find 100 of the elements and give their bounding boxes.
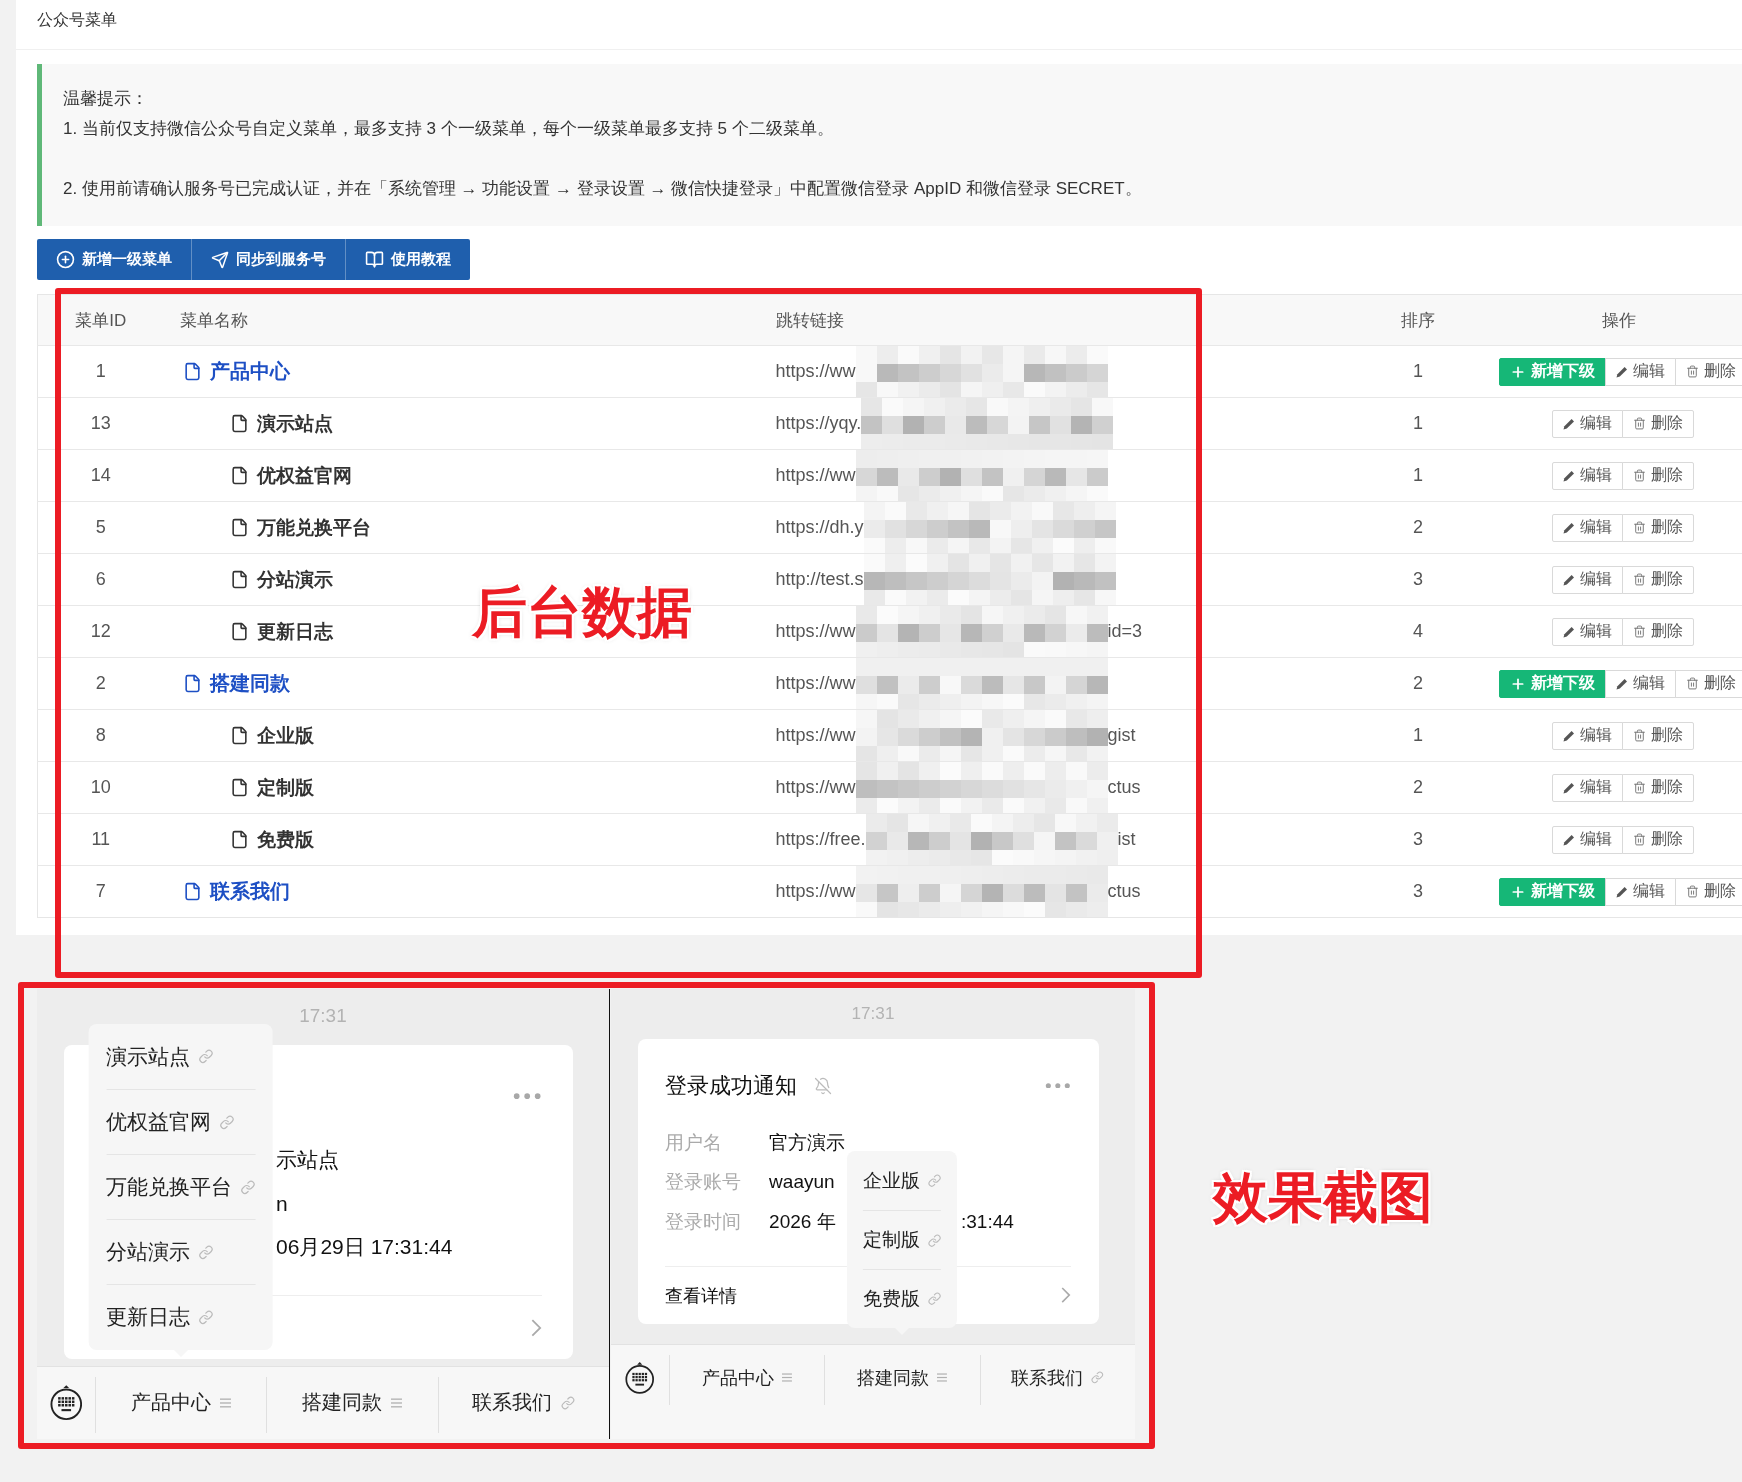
edit-button[interactable]: 编辑: [1552, 773, 1623, 802]
menu-name: 更新日志: [256, 619, 333, 644]
keyboard-icon[interactable]: [49, 1384, 83, 1422]
table-cell: 12: [37, 605, 164, 658]
table-cell: 3: [1340, 813, 1496, 866]
edit-button[interactable]: 编辑: [1552, 617, 1623, 646]
submenu-item[interactable]: 企业版: [863, 1151, 941, 1211]
menu-bar-item[interactable]: 产品中心: [130, 1389, 231, 1417]
table-cell: 5: [37, 501, 164, 554]
trash-icon: [1686, 677, 1699, 690]
delete-button[interactable]: 删除: [1622, 721, 1694, 750]
table-cell: 11: [37, 813, 164, 866]
menu-bar-item[interactable]: 联系我们: [471, 1389, 575, 1417]
file-icon: [229, 778, 249, 797]
pencil-icon: [1563, 833, 1575, 846]
link-text: ist: [1117, 829, 1136, 850]
column-header: 跳转链接: [760, 294, 1341, 346]
bell-off-icon: [813, 1076, 832, 1095]
delete-button[interactable]: 删除: [1622, 773, 1694, 802]
submenu-item[interactable]: 演示站点: [106, 1024, 256, 1090]
field-value: 06月29日 17:31:44: [276, 1234, 453, 1261]
trash-icon: [1686, 885, 1699, 898]
tutorial-button[interactable]: 使用教程: [345, 239, 470, 280]
link-text: https://ww: [775, 621, 856, 642]
edit-button[interactable]: 编辑: [1552, 721, 1623, 750]
link-text: https://ww: [775, 777, 856, 798]
annotation-label: 后台数据: [472, 582, 692, 643]
file-icon: [229, 466, 249, 485]
field-value: n: [276, 1190, 288, 1217]
pencil-icon: [1563, 521, 1575, 534]
menu-name: 联系我们: [209, 879, 290, 904]
column-header: 菜单ID: [37, 294, 164, 346]
edit-button[interactable]: 编辑: [1552, 565, 1623, 594]
submenu-item[interactable]: 万能兑换平台: [106, 1154, 256, 1220]
delete-button[interactable]: 删除: [1622, 461, 1694, 490]
link-icon: [927, 1233, 941, 1247]
link-text: https://ww: [775, 881, 856, 902]
chevron-right-icon: [531, 1318, 542, 1337]
link-icon: [927, 1174, 941, 1188]
pencil-icon: [1616, 677, 1628, 690]
delete-button[interactable]: 删除: [1622, 513, 1694, 542]
trash-icon: [1633, 573, 1646, 586]
delete-button[interactable]: 删除: [1622, 617, 1694, 646]
table-cell: 1: [37, 345, 164, 398]
edit-button[interactable]: 编辑: [1552, 825, 1623, 854]
menu-bar-item[interactable]: 联系我们: [1010, 1365, 1104, 1390]
table-cell: 10: [37, 761, 164, 814]
column-header: 排序: [1340, 294, 1496, 346]
menu-icon: [391, 1397, 402, 1408]
trash-icon: [1633, 417, 1646, 430]
table-cell: 7: [37, 865, 164, 918]
message-time: 17:31: [299, 1004, 347, 1029]
delete-button[interactable]: 删除: [1622, 409, 1694, 438]
column-header: 操作: [1495, 294, 1742, 346]
link-icon: [1091, 1371, 1104, 1385]
link-icon: [240, 1179, 256, 1195]
file-icon: [182, 674, 202, 693]
table-cell: 1: [1340, 709, 1496, 762]
edit-button[interactable]: 编辑: [1552, 513, 1623, 542]
delete-button[interactable]: 删除: [1675, 669, 1742, 698]
pencil-icon: [1563, 625, 1575, 638]
trash-icon: [1633, 833, 1646, 846]
submenu-item[interactable]: 定制版: [863, 1210, 941, 1270]
edit-button[interactable]: 编辑: [1605, 357, 1676, 386]
table-cell: 8: [37, 709, 164, 762]
menu-name: 产品中心: [209, 359, 290, 384]
link-text: https://ww: [775, 725, 856, 746]
edit-button[interactable]: 编辑: [1552, 461, 1623, 490]
trash-icon: [1633, 469, 1646, 482]
menu-bar-item[interactable]: 产品中心: [701, 1365, 792, 1390]
field-value: 2026 年: [769, 1210, 836, 1234]
link-text: https://ww: [775, 465, 856, 486]
menu-name: 万能兑换平台: [256, 515, 371, 540]
pencil-icon: [1563, 417, 1575, 430]
delete-button[interactable]: 删除: [1622, 565, 1694, 594]
file-icon: [182, 882, 202, 901]
tip-text: 1. 当前仅支持微信公众号自定义菜单，最多支持 3 个一级菜单，每个一级菜单最多支持 5 个二级菜单。: [63, 118, 834, 140]
sync-button[interactable]: 同步到服务号: [191, 239, 345, 280]
menu-bar-item[interactable]: 搭建同款: [856, 1365, 947, 1390]
plus-circle-icon: [56, 250, 75, 269]
submenu-item[interactable]: 更新日志: [106, 1284, 256, 1350]
add-menu-button[interactable]: 新增一级菜单: [37, 239, 191, 280]
delete-button[interactable]: 删除: [1675, 877, 1742, 906]
keyboard-icon[interactable]: [625, 1361, 655, 1395]
submenu-item[interactable]: 免费版: [863, 1269, 941, 1328]
trash-icon: [1686, 365, 1699, 378]
edit-button[interactable]: 编辑: [1605, 669, 1676, 698]
delete-button[interactable]: 删除: [1622, 825, 1694, 854]
edit-button[interactable]: 编辑: [1605, 877, 1676, 906]
link-text: https://dh.y: [775, 517, 864, 538]
file-icon: [229, 622, 249, 641]
pencil-icon: [1563, 469, 1575, 482]
submenu-item[interactable]: 优权益官网: [106, 1089, 256, 1155]
submenu-item[interactable]: 分站演示: [106, 1219, 256, 1285]
delete-button[interactable]: 删除: [1675, 357, 1742, 386]
menu-bar-item[interactable]: 搭建同款: [302, 1389, 402, 1417]
menu-name: 分站演示: [256, 567, 333, 592]
edit-button[interactable]: 编辑: [1552, 409, 1623, 438]
menu-name: 搭建同款: [209, 671, 290, 696]
details-link[interactable]: 查看详情: [664, 1283, 737, 1308]
